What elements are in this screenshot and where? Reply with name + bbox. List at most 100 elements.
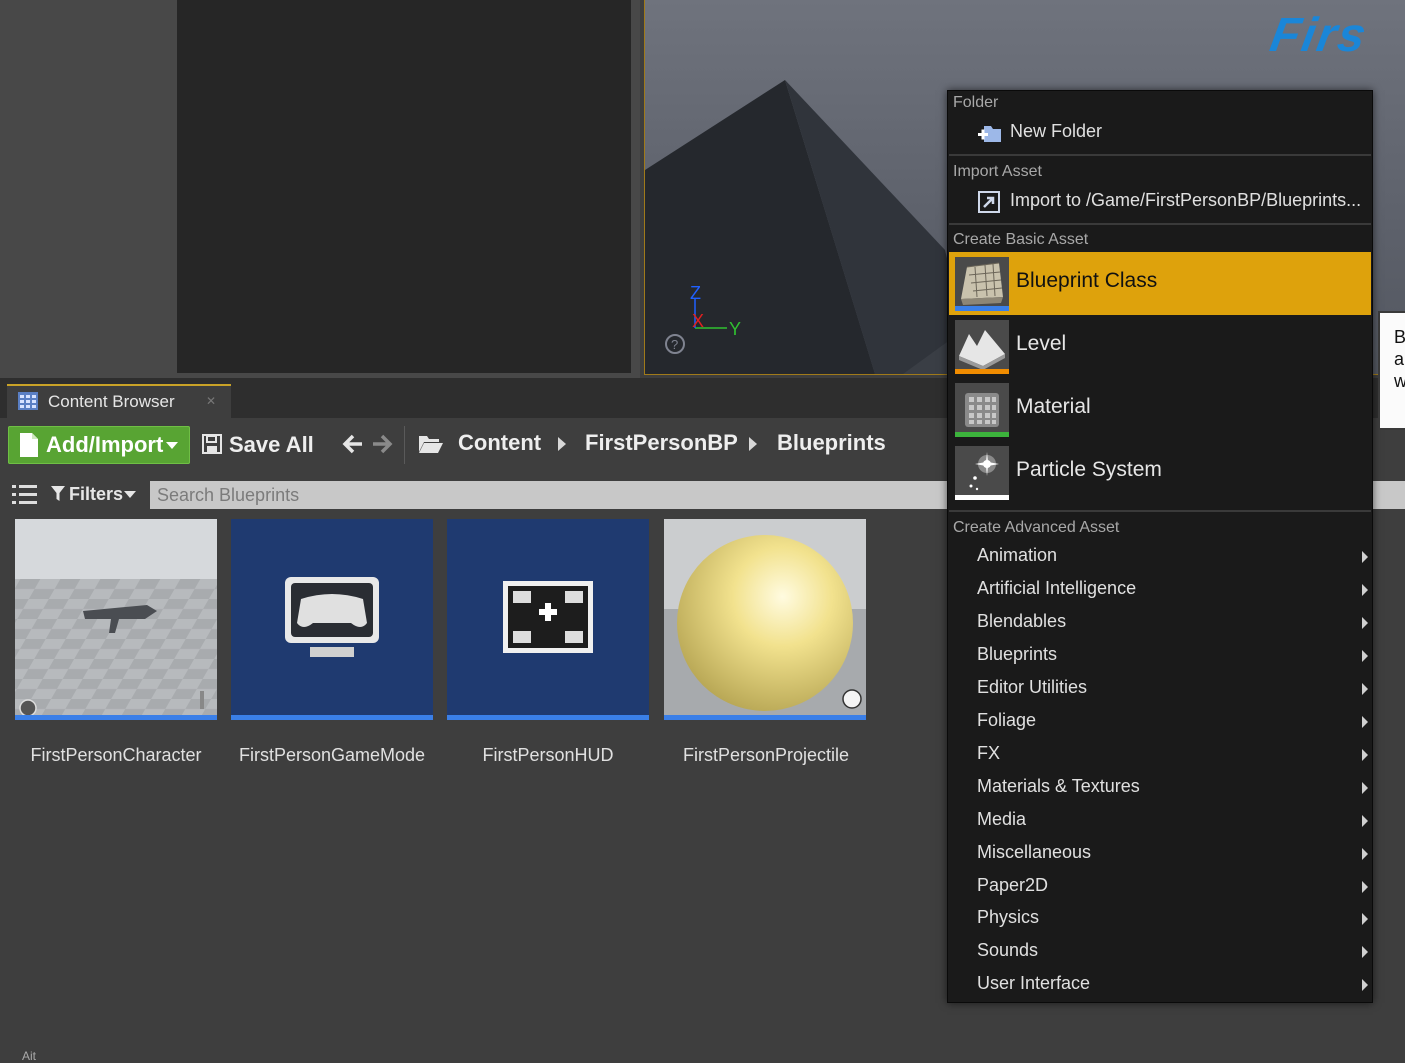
details-panel — [177, 0, 631, 373]
menu-item-foliage[interactable]: Foliage — [949, 705, 1371, 738]
character-thumbnail-icon — [15, 519, 217, 715]
menu-item-fx[interactable]: FX — [949, 738, 1371, 771]
tooltip-text: B — [1394, 327, 1405, 347]
submenu-arrow-icon — [1362, 551, 1368, 563]
menu-item-label: Foliage — [977, 710, 1037, 730]
menu-item-physics[interactable]: Physics — [949, 902, 1371, 935]
menu-item-label: Blueprints — [977, 644, 1058, 664]
svg-text:?: ? — [671, 337, 678, 352]
submenu-arrow-icon — [1362, 683, 1368, 695]
menu-item-sounds[interactable]: Sounds — [949, 935, 1371, 968]
menu-item-label: Materials & Textures — [977, 776, 1140, 796]
breadcrumb-separator-icon[interactable] — [749, 437, 757, 451]
basic-asset-section-header: Create Basic Asset — [953, 231, 1089, 248]
axis-x-label: X — [692, 311, 705, 331]
menu-item-paper2d[interactable]: Paper2D — [949, 870, 1371, 903]
chevron-down-icon — [166, 442, 178, 449]
add-import-button[interactable]: Add/Import — [8, 426, 190, 464]
menu-item-miscellaneous[interactable]: Miscellaneous — [949, 837, 1371, 870]
asset-tile[interactable] — [447, 519, 649, 720]
import-menu-item[interactable]: Import to /Game/FirstPersonBP/Blueprints… — [949, 186, 1371, 218]
menu-item-label: Miscellaneous — [977, 842, 1092, 862]
tooltip-text: w — [1394, 371, 1405, 391]
folder-section-header: Folder — [953, 94, 999, 111]
menu-item-label: FX — [977, 743, 1001, 763]
bottom-status-text: Ait — [22, 1049, 37, 1063]
asset-tile[interactable] — [231, 519, 433, 720]
folder-open-icon — [419, 436, 443, 453]
submenu-arrow-icon — [1362, 716, 1368, 728]
material-menu-item[interactable]: Material — [949, 378, 1371, 441]
menu-item-artificial-intelligence[interactable]: Artificial Intelligence — [949, 573, 1371, 606]
submenu-arrow-icon — [1362, 584, 1368, 596]
menu-item-blueprints[interactable]: Blueprints — [949, 639, 1371, 672]
particle-system-menu-item[interactable]: Particle System — [949, 441, 1371, 504]
menu-item-label: Paper2D — [977, 875, 1049, 895]
menu-item-blendables[interactable]: Blendables — [949, 606, 1371, 639]
submenu-arrow-icon — [1362, 848, 1368, 860]
add-import-context-menu: Folder New Folder Import Asset Import to… — [947, 90, 1373, 1003]
menu-item-label: User Interface — [977, 973, 1091, 993]
menu-item-label: Sounds — [977, 940, 1039, 960]
asset-name-label: FirstPersonProjectile — [682, 745, 850, 765]
menu-item-user-interface[interactable]: User Interface — [949, 968, 1371, 1001]
save-all-label: Save All — [229, 432, 314, 457]
particle-system-icon — [955, 446, 1009, 500]
level-icon — [955, 320, 1009, 374]
import-icon — [978, 191, 1000, 213]
save-all-button[interactable]: Save All — [200, 428, 318, 462]
filters-label: Filters — [69, 484, 124, 504]
tab-close-icon[interactable]: ✕ — [206, 394, 216, 408]
advanced-asset-section-header: Create Advanced Asset — [953, 519, 1120, 536]
new-folder-label: New Folder — [1010, 121, 1103, 141]
tab-content-browser[interactable]: Content Browser ✕ — [7, 384, 231, 418]
menu-separator — [949, 223, 1371, 225]
add-import-label: Add/Import — [46, 432, 164, 457]
menu-item-label: Animation — [977, 545, 1058, 565]
menu-item-media[interactable]: Media — [949, 804, 1371, 837]
submenu-arrow-icon — [1362, 782, 1368, 794]
submenu-arrow-icon — [1362, 946, 1368, 958]
submenu-arrow-icon — [1362, 881, 1368, 893]
asset-type-bar — [447, 715, 649, 720]
menu-item-label: Artificial Intelligence — [977, 578, 1137, 598]
menu-item-label: Physics — [977, 907, 1040, 927]
asset-tile[interactable] — [664, 519, 866, 720]
forward-arrow-icon[interactable] — [371, 433, 393, 455]
filters-button[interactable]: Filters — [51, 483, 139, 507]
breadcrumb-blueprints[interactable]: Blueprints — [777, 430, 886, 456]
chevron-down-icon — [124, 491, 136, 498]
menu-item-label: Media — [977, 809, 1027, 829]
breadcrumb-firstpersonbp[interactable]: FirstPersonBP — [585, 430, 738, 456]
particle-system-label: Particle System — [1016, 458, 1162, 481]
menu-item-animation[interactable]: Animation — [949, 540, 1371, 573]
tooltip-popup: B a w — [1378, 311, 1405, 430]
filter-funnel-icon — [51, 486, 65, 501]
menu-item-materials-textures[interactable]: Materials & Textures — [949, 771, 1371, 804]
axis-z-label: Z — [690, 283, 701, 303]
breadcrumb-content[interactable]: Content — [458, 430, 541, 456]
tab-label: Content Browser — [48, 392, 175, 411]
back-arrow-icon[interactable] — [342, 433, 364, 455]
import-section-header: Import Asset — [953, 163, 1042, 180]
blueprint-class-menu-item[interactable]: Blueprint Class — [949, 252, 1371, 315]
sources-panel-toggle-icon[interactable] — [12, 484, 38, 506]
menu-item-editor-utilities[interactable]: Editor Utilities — [949, 672, 1371, 705]
asset-name-label: FirstPersonHUD — [482, 745, 614, 765]
save-icon — [202, 434, 222, 454]
level-label: Level — [1016, 332, 1067, 355]
breadcrumb-separator-icon[interactable] — [558, 437, 566, 451]
asset-name-label: FirstPersonGameMode — [238, 745, 426, 765]
asset-tile[interactable] — [15, 519, 217, 720]
asset-type-bar — [231, 715, 433, 720]
material-icon — [955, 383, 1009, 437]
level-menu-item[interactable]: Level — [949, 315, 1371, 378]
new-folder-menu-item[interactable]: New Folder — [949, 117, 1371, 149]
asset-name-label: FirstPersonCharacter — [30, 745, 202, 765]
new-folder-icon — [978, 126, 1001, 142]
menu-separator — [949, 154, 1371, 156]
tooltip-text: a — [1394, 349, 1405, 369]
content-browser-icon — [18, 392, 38, 410]
submenu-arrow-icon — [1362, 913, 1368, 925]
submenu-arrow-icon — [1362, 815, 1368, 827]
